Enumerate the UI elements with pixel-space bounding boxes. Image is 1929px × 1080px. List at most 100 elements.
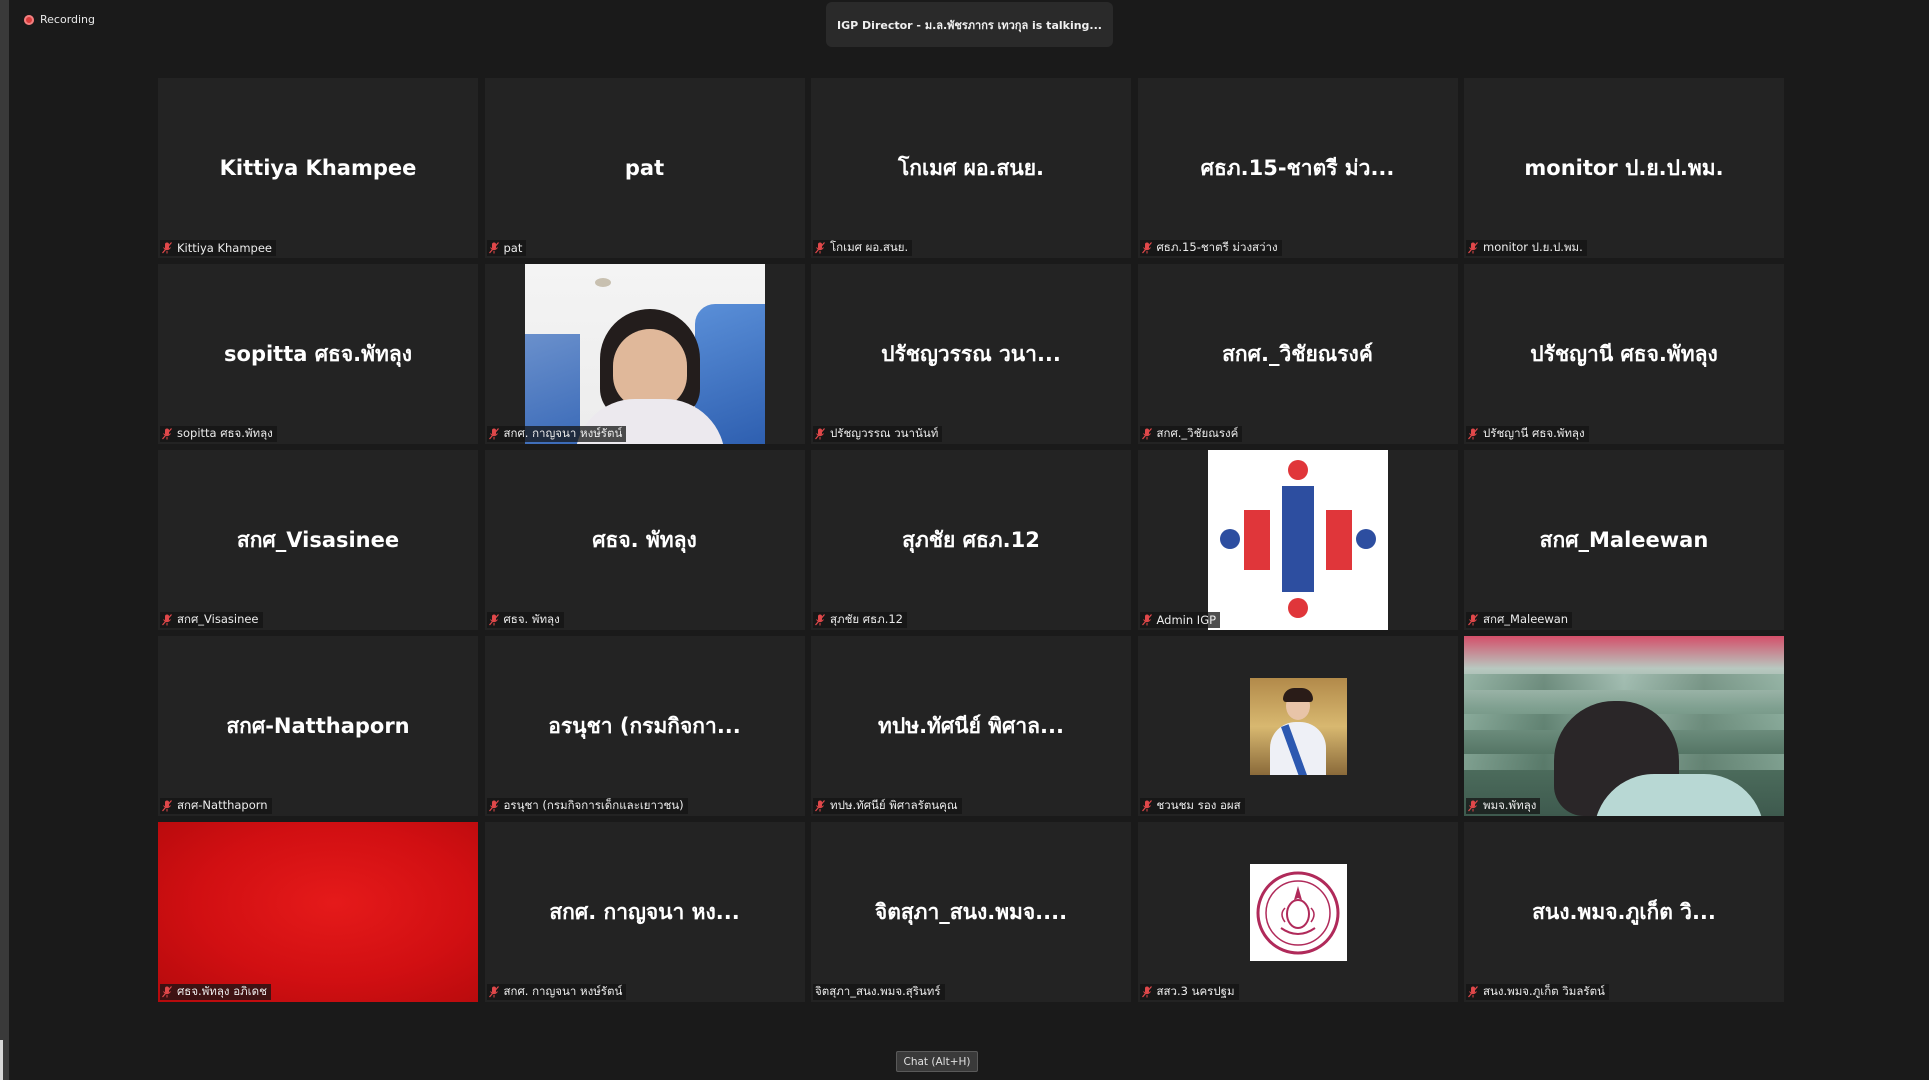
video-lamp bbox=[594, 278, 611, 287]
participant-tile-photo[interactable]: สสว.3 นครปฐม bbox=[1137, 822, 1458, 1002]
mic-muted-icon bbox=[162, 614, 172, 626]
participant-label: สุภชัย ศธภ.12 bbox=[813, 612, 907, 628]
participant-label: Admin IGP bbox=[1139, 612, 1221, 628]
mic-muted-icon bbox=[815, 428, 825, 440]
participant-display-name: สกศ._วิชัยณรงค์ bbox=[1222, 341, 1373, 366]
mic-muted-icon bbox=[1468, 428, 1478, 440]
participant-display-name: pat bbox=[624, 156, 665, 180]
mic-muted-icon bbox=[162, 242, 172, 254]
participant-tile[interactable]: Kittiya Khampee Kittiya Khampee bbox=[158, 78, 478, 258]
igp-logo-icon bbox=[1207, 450, 1388, 630]
participant-tile[interactable]: ปรัชญวรรณ วนา... ปรัชญวรรณ วนานันท์ bbox=[811, 264, 1131, 444]
participant-display-name: อรนุชา (กรมกิจกา... bbox=[548, 713, 741, 738]
mic-muted-icon bbox=[1141, 986, 1152, 998]
mic-muted-icon bbox=[1141, 614, 1152, 626]
participant-display-name: สกศ-Natthaporn bbox=[226, 713, 410, 738]
participant-tile[interactable]: สกศ._วิชัยณรงค์ สกศ._วิชัยณรงค์ bbox=[1137, 264, 1458, 444]
participant-tile[interactable]: monitor ป.ย.ป.พม. monitor ป.ย.ป.พม. bbox=[1464, 78, 1784, 258]
participant-tile[interactable]: pat pat bbox=[484, 78, 805, 258]
participant-label: สกศ_Visasinee bbox=[160, 612, 263, 628]
participant-label: สกศ. กาญจนา หงษ์รัตน์ bbox=[486, 426, 627, 442]
participant-tile[interactable]: สนง.พมจ.ภูเก็ต วิ... สนง.พมจ.ภูเก็ต วิมล… bbox=[1464, 822, 1784, 1002]
participant-label-text: สุภชัย ศธภ.12 bbox=[830, 612, 903, 626]
chat-button[interactable]: Chat (Alt+H) bbox=[896, 1051, 978, 1072]
participant-label-text: sopitta ศธจ.พัทลุง bbox=[177, 426, 273, 440]
mic-muted-icon bbox=[1141, 800, 1152, 812]
participant-label: สกศ. กาญจนา หงษ์รัตน์ bbox=[486, 984, 627, 1000]
mic-muted-icon bbox=[488, 428, 499, 440]
participant-tile[interactable]: ปรัชญานี ศธจ.พัทลุง ปรัชญานี ศธจ.พัทลุง bbox=[1464, 264, 1784, 444]
participant-label: Kittiya Khampee bbox=[160, 240, 276, 256]
participant-label: monitor ป.ย.ป.พม. bbox=[1466, 240, 1587, 256]
participant-display-name: สนง.พมจ.ภูเก็ต วิ... bbox=[1532, 899, 1716, 924]
participant-label: ปรัชญานี ศธจ.พัทลุง bbox=[1466, 426, 1589, 442]
recording-indicator[interactable]: Recording bbox=[24, 13, 95, 26]
participant-display-name: ปรัชญานี ศธจ.พัทลุง bbox=[1530, 341, 1718, 366]
participant-tile[interactable]: ทปษ.ทัศนีย์ พิศาล... ทปษ.ทัศนีย์ พิศาลรั… bbox=[811, 636, 1131, 816]
participant-video bbox=[1464, 636, 1784, 816]
mic-muted-icon bbox=[162, 986, 172, 998]
participant-label: ทปษ.ทัศนีย์ พิศาลรัตนคุณ bbox=[813, 798, 962, 814]
mic-muted-icon bbox=[488, 614, 499, 626]
participant-tile[interactable]: ศธจ. พัทลุง ศธจ. พัทลุง bbox=[484, 450, 805, 630]
mic-muted-icon bbox=[1141, 242, 1152, 254]
participant-label: สกศ-Natthaporn bbox=[160, 798, 272, 814]
participant-label: ปรัชญวรรณ วนานันท์ bbox=[813, 426, 943, 442]
participant-label-text: Kittiya Khampee bbox=[177, 241, 272, 255]
mic-muted-icon bbox=[1141, 428, 1152, 440]
participant-tile[interactable]: อรนุชา (กรมกิจกา... อรนุชา (กรมกิจการเด็… bbox=[484, 636, 805, 816]
participant-display-name: ทปษ.ทัศนีย์ พิศาล... bbox=[878, 713, 1064, 738]
participant-label-text: ชวนชม รอง อผส bbox=[1156, 798, 1241, 812]
participant-label-text: ศธจ. พัทลุง bbox=[503, 612, 560, 626]
participant-display-name: sopitta ศธจ.พัทลุง bbox=[224, 341, 412, 366]
participant-tile[interactable]: โกเมศ ผอ.สนย. โกเมศ ผอ.สนย. bbox=[811, 78, 1131, 258]
participant-label: สกศ_Maleewan bbox=[1466, 612, 1573, 628]
active-speaker-banner: IGP Director - ม.ล.พัชรภากร เทวกุล is ta… bbox=[826, 2, 1113, 47]
recording-label: Recording bbox=[40, 13, 96, 26]
participant-label-text: สกศ. กาญจนา หงษ์รัตน์ bbox=[503, 426, 623, 440]
participant-tile-video[interactable]: ศธจ.พัทลุง อภิเดช bbox=[158, 822, 478, 1002]
participant-tile[interactable]: สกศ. กาญจนา หง... สกศ. กาญจนา หงษ์รัตน์ bbox=[484, 822, 805, 1002]
participant-tile[interactable]: สกศ_Maleewan สกศ_Maleewan bbox=[1464, 450, 1784, 630]
participant-tile[interactable]: สกศ_Visasinee สกศ_Visasinee bbox=[158, 450, 478, 630]
mic-muted-icon bbox=[162, 800, 172, 812]
participant-tile-logo[interactable]: Admin IGP bbox=[1137, 450, 1458, 630]
participant-label: ศธจ.พัทลุง อภิเดช bbox=[160, 984, 271, 1000]
profile-photo bbox=[1249, 678, 1347, 775]
mic-muted-icon bbox=[1468, 800, 1478, 812]
participant-label-text: สกศ._วิชัยณรงค์ bbox=[1156, 426, 1239, 440]
participant-label-text: Admin IGP bbox=[1156, 613, 1217, 627]
participant-tile[interactable]: จิตสุภา_สนง.พมจ.... จิตสุภา_สนง.พมจ.สุริ… bbox=[811, 822, 1131, 1002]
participant-display-name: สกศ_Maleewan bbox=[1539, 527, 1709, 552]
mic-muted-icon bbox=[488, 242, 499, 254]
participant-label-text: พมจ.พัทลุง bbox=[1483, 798, 1537, 812]
photo-hair bbox=[1282, 688, 1313, 702]
participant-label-text: สกศ_Maleewan bbox=[1483, 612, 1569, 626]
participant-label: สกศ._วิชัยณรงค์ bbox=[1139, 426, 1243, 442]
participant-tile[interactable]: sopitta ศธจ.พัทลุง sopitta ศธจ.พัทลุง bbox=[158, 264, 478, 444]
participant-display-name: สกศ. กาญจนา หง... bbox=[549, 899, 740, 924]
participant-label: โกเมศ ผอ.สนย. bbox=[813, 240, 913, 256]
left-window-edge bbox=[0, 0, 9, 1080]
meeting-window: Recording IGP Director - ม.ล.พัชรภากร เท… bbox=[0, 0, 1929, 1080]
video-shelf bbox=[1464, 674, 1784, 690]
participant-tile[interactable]: สกศ-Natthaporn สกศ-Natthaporn bbox=[158, 636, 478, 816]
participant-label: sopitta ศธจ.พัทลุง bbox=[160, 426, 277, 442]
participant-tile-photo[interactable]: ชวนชม รอง อผส bbox=[1137, 636, 1458, 816]
participant-display-name: Kittiya Khampee bbox=[219, 156, 417, 180]
participant-label-text: อรนุชา (กรมกิจการเด็กและเยาวชน) bbox=[503, 798, 684, 812]
participant-display-name: โกเมศ ผอ.สนย. bbox=[897, 155, 1044, 180]
participant-label-text: monitor ป.ย.ป.พม. bbox=[1483, 240, 1583, 254]
mic-muted-icon bbox=[488, 800, 499, 812]
participant-label-text: สกศ_Visasinee bbox=[177, 612, 259, 626]
participant-display-name: ปรัชญวรรณ วนา... bbox=[881, 341, 1061, 366]
mic-muted-icon bbox=[162, 428, 172, 440]
participant-tile[interactable]: สุภชัย ศธภ.12 สุภชัย ศธภ.12 bbox=[811, 450, 1131, 630]
participant-tile-video[interactable]: พมจ.พัทลุง bbox=[1464, 636, 1784, 816]
participant-label-text: ศธจ.พัทลุง อภิเดช bbox=[177, 984, 267, 998]
chat-button-label: Chat (Alt+H) bbox=[903, 1055, 971, 1068]
participant-tile-video[interactable]: สกศ. กาญจนา หงษ์รัตน์ bbox=[484, 264, 805, 444]
participant-label-text: ปรัชญานี ศธจ.พัทลุง bbox=[1483, 426, 1585, 440]
participant-label-text: สสว.3 นครปฐม bbox=[1156, 984, 1235, 998]
participant-tile[interactable]: ศธภ.15-ชาตรี ม่ว... ศธภ.15-ชาตรี ม่วงสว่… bbox=[1137, 78, 1458, 258]
